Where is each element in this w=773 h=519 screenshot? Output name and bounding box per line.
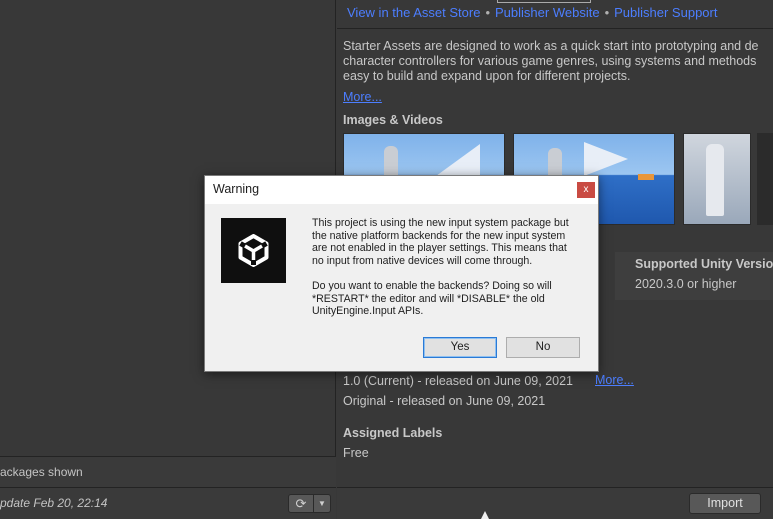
assigned-labels-title: Assigned Labels [343, 426, 443, 440]
version-original: Original - released on June 09, 2021 [343, 394, 546, 408]
images-videos-title: Images & Videos [343, 113, 443, 127]
header-tab-outline [497, 0, 591, 3]
header-divider [337, 28, 773, 29]
details-action-bar: Import [337, 487, 773, 519]
publisher-support-link[interactable]: Publisher Support [614, 5, 717, 20]
screenshot-thumbnail[interactable] [683, 133, 751, 225]
screenshot-thumbnail[interactable] [757, 133, 773, 225]
link-separator: • [485, 5, 491, 20]
last-update-text: pdate Feb 20, 22:14 [0, 496, 108, 510]
packages-count-bar: ackages shown [0, 456, 336, 487]
dialog-message: This project is using the new input syst… [312, 217, 597, 318]
message-line: UnityEngine.Input APIs. [312, 305, 424, 318]
refresh-dropdown-button[interactable]: ▼ [314, 494, 331, 513]
supported-versions-value: 2020.3.0 or higher [635, 277, 737, 291]
mouse-cursor-icon [481, 511, 489, 519]
import-button[interactable]: Import [689, 493, 761, 514]
dialog-close-button[interactable]: x [577, 182, 595, 198]
yes-button[interactable]: Yes [423, 337, 497, 358]
no-button[interactable]: No [506, 337, 580, 358]
description-more-link[interactable]: More... [343, 90, 382, 104]
refresh-icon: ⟳ [295, 496, 307, 511]
message-line: are not enabled in the player settings. … [312, 242, 567, 255]
link-separator: • [604, 5, 610, 20]
asset-links: View in the Asset Store • Publisher Websit… [347, 5, 717, 20]
unity-logo-icon [221, 218, 286, 283]
warning-dialog: Warning x This project is using the new … [204, 175, 599, 372]
asset-description: Starter Assets are designed to work as a… [343, 39, 773, 84]
message-line: Do you want to enable the backends? Doin… [312, 279, 552, 292]
refresh-button[interactable]: ⟳ [288, 494, 314, 513]
description-line: easy to build and expand upon for differ… [343, 69, 631, 83]
assigned-label-value: Free [343, 446, 369, 460]
left-status-bar: pdate Feb 20, 22:14 ⟳ ▼ [0, 487, 336, 519]
packages-shown-text: ackages shown [0, 465, 83, 479]
dialog-titlebar[interactable]: Warning x [205, 176, 598, 204]
chevron-down-icon: ▼ [318, 499, 326, 508]
publisher-website-link[interactable]: Publisher Website [495, 5, 600, 20]
description-line: character controllers for various game g… [343, 54, 757, 68]
supported-versions-title: Supported Unity Versio [635, 257, 773, 271]
versions-more-link[interactable]: More... [595, 373, 634, 387]
dialog-title: Warning [213, 182, 260, 196]
version-current: 1.0 (Current) - released on June 09, 202… [343, 374, 573, 388]
message-line: no input from native devices will come t… [312, 254, 533, 267]
message-line: This project is using the new input syst… [312, 217, 569, 229]
asset-store-link[interactable]: View in the Asset Store [347, 5, 480, 20]
description-line: Starter Assets are designed to work as a… [343, 39, 759, 53]
close-icon: x [583, 184, 589, 195]
message-line: *RESTART* the editor and will *DISABLE* … [312, 292, 545, 305]
message-line: the native platform backends for the new… [312, 229, 566, 242]
